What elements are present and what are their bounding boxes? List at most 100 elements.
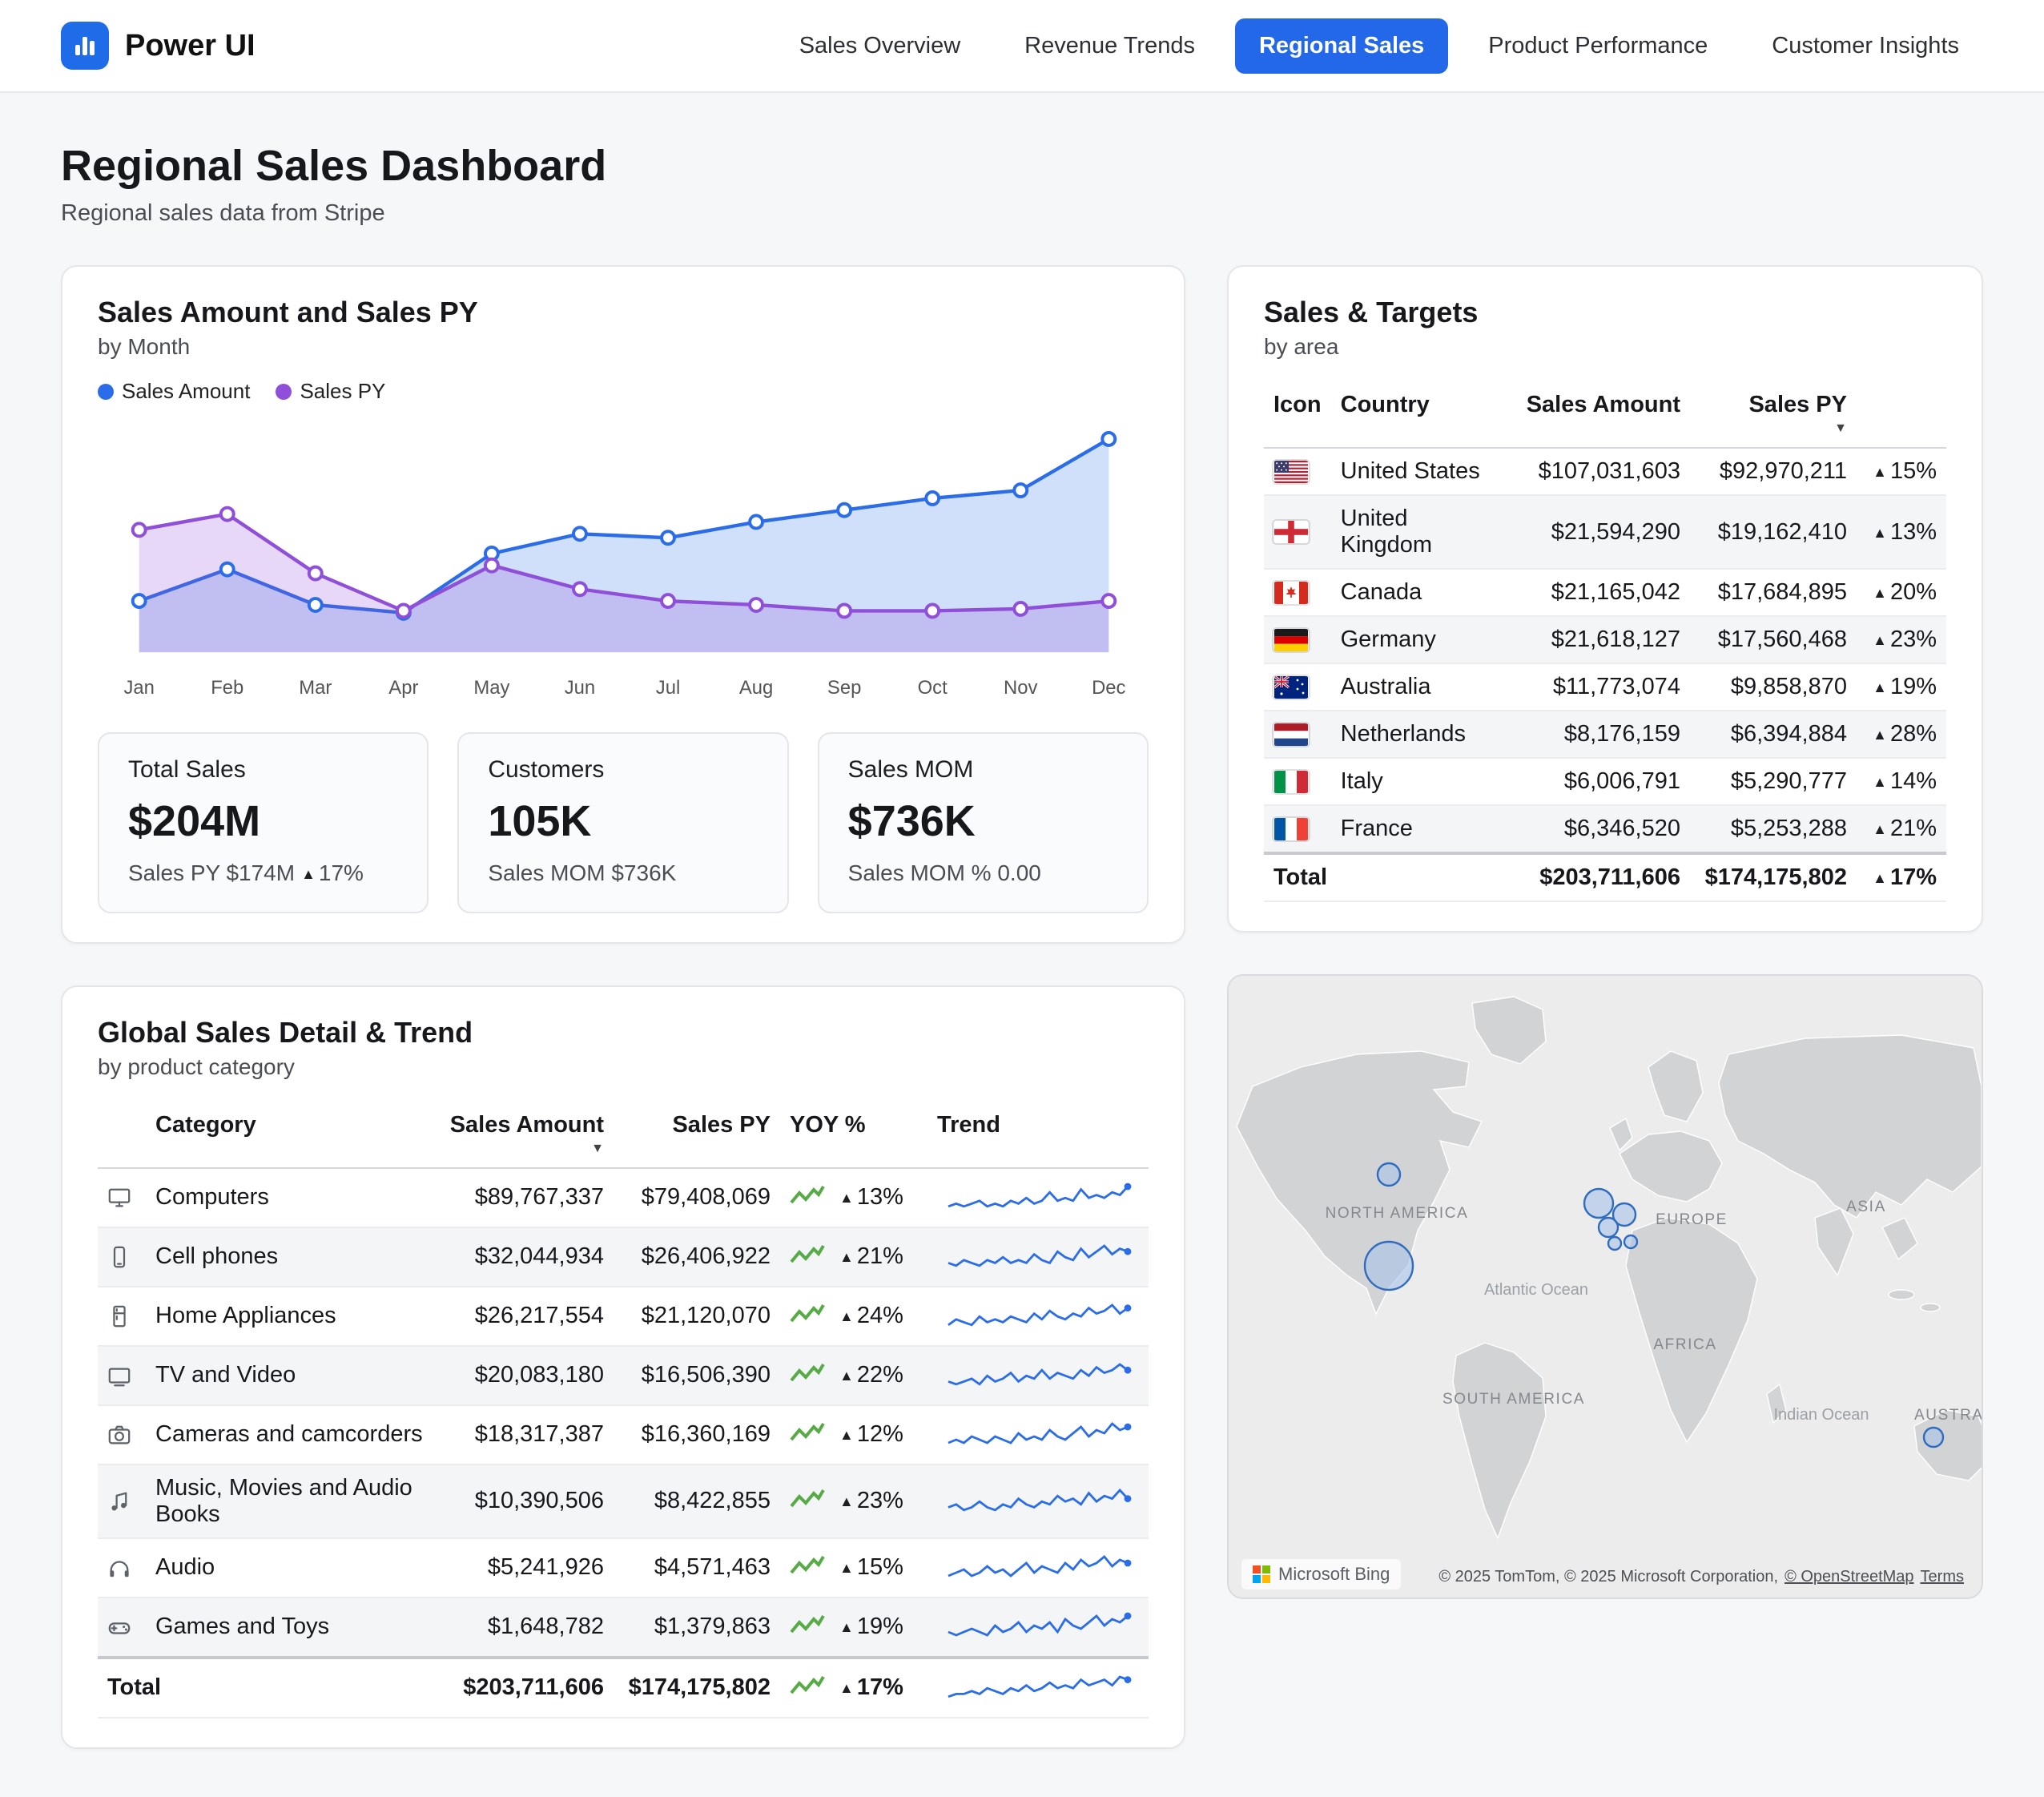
country-sales-py: $92,970,211 — [1690, 448, 1857, 495]
top-nav: Power UI Sales Overview Revenue Trends R… — [0, 0, 2044, 93]
col-trend[interactable]: Trend — [927, 1099, 1149, 1168]
map-card[interactable]: NORTH AMERICAAtlantic OceanEUROPEASIAAFR… — [1227, 974, 1983, 1599]
map-bubble[interactable] — [1599, 1218, 1618, 1237]
category-yoy: ▲23% — [780, 1465, 927, 1538]
map-bubble[interactable] — [1378, 1163, 1400, 1186]
country-change: ▲13% — [1857, 495, 1946, 569]
country-sales-amount: $11,773,074 — [1511, 663, 1690, 711]
sales-line-chart[interactable]: JanFebMarAprMayJunJulAugSepOctNovDec — [98, 413, 1149, 713]
map-bubble[interactable] — [1608, 1237, 1621, 1250]
map-bubble[interactable] — [1584, 1189, 1613, 1218]
category-sales-amount: $89,767,337 — [434, 1168, 614, 1227]
category-sales-py: $26,406,922 — [614, 1227, 780, 1287]
yoy-trend-up-icon — [790, 1555, 825, 1577]
yoy-trend-up-icon — [790, 1244, 825, 1267]
trend-sparkline — [937, 1356, 1139, 1395]
svg-text:Jan: Jan — [123, 677, 154, 699]
category-yoy: ▲24% — [780, 1287, 927, 1346]
svg-text:Dec: Dec — [1092, 677, 1125, 699]
up-triangle-icon: ▲ — [1873, 679, 1887, 695]
world-map: NORTH AMERICAAtlantic OceanEUROPEASIAAFR… — [1229, 976, 1982, 1598]
up-triangle-icon: ▲ — [839, 1493, 854, 1509]
trend-sparkline — [937, 1608, 1139, 1646]
col-sales-amount[interactable]: Sales Amount▼ — [434, 1099, 614, 1168]
monitor-icon — [107, 1186, 131, 1210]
nav-item-revenue-trends[interactable]: Revenue Trends — [1000, 18, 1219, 74]
country-change: ▲15% — [1857, 448, 1946, 495]
phone-icon — [107, 1245, 131, 1269]
col-category[interactable]: Category — [146, 1099, 434, 1168]
kpi-value: $736K — [848, 796, 1118, 846]
country-table: Icon Country Sales Amount Sales PY▼ Unit… — [1264, 379, 1946, 902]
map-label: Atlantic Ocean — [1484, 1281, 1588, 1299]
brand: Power UI — [61, 22, 256, 70]
map-bubble[interactable] — [1365, 1242, 1413, 1290]
targets-card: Sales & Targets by area Icon Country Sal… — [1227, 265, 1983, 933]
category-sales-py: $79,408,069 — [614, 1168, 780, 1227]
country-change: ▲19% — [1857, 663, 1946, 711]
category-sales-py: $8,422,855 — [614, 1465, 780, 1538]
col-yoy[interactable]: YOY % — [780, 1099, 927, 1168]
country-row: United States $107,031,603 $92,970,211 ▲… — [1264, 448, 1946, 495]
svg-text:Apr: Apr — [388, 677, 418, 699]
country-name: United States — [1331, 448, 1511, 495]
up-triangle-icon: ▲ — [839, 1619, 854, 1635]
up-triangle-icon: ▲ — [839, 1680, 854, 1696]
gamepad-icon — [107, 1615, 131, 1639]
bing-logo: Microsoft Bing — [1241, 1559, 1401, 1589]
nav-item-customer-insights[interactable]: Customer Insights — [1748, 18, 1983, 74]
category-sales-amount: $20,083,180 — [434, 1346, 614, 1405]
svg-text:Feb: Feb — [211, 677, 243, 699]
map-bubble[interactable] — [1624, 1235, 1637, 1248]
svg-text:Aug: Aug — [739, 677, 773, 699]
app-logo-icon — [61, 22, 109, 70]
country-sales-py: $9,858,870 — [1690, 663, 1857, 711]
nav-item-sales-overview[interactable]: Sales Overview — [775, 18, 984, 74]
up-triangle-icon: ▲ — [301, 866, 316, 882]
map-bubble[interactable] — [1924, 1428, 1943, 1447]
map-attribution: © 2025 TomTom, © 2025 Microsoft Corporat… — [1434, 1566, 1969, 1588]
svg-text:Sep: Sep — [827, 677, 861, 699]
kpi-row: Total Sales $204M Sales PY $174M▲17% Cus… — [98, 732, 1149, 913]
nav-item-regional-sales[interactable]: Regional Sales — [1235, 18, 1448, 74]
nav-item-product-performance[interactable]: Product Performance — [1464, 18, 1732, 74]
category-yoy: ▲22% — [780, 1346, 927, 1405]
flag-nl-icon — [1273, 723, 1309, 746]
svg-text:Nov: Nov — [1004, 677, 1037, 699]
col-country-sales-amount[interactable]: Sales Amount — [1511, 379, 1690, 448]
category-yoy: ▲21% — [780, 1227, 927, 1287]
up-triangle-icon: ▲ — [839, 1560, 854, 1576]
col-sales-py[interactable]: Sales PY — [614, 1099, 780, 1168]
country-name: Canada — [1331, 569, 1511, 616]
category-yoy: ▲13% — [780, 1168, 927, 1227]
country-total-row: Total $203,711,606 $174,175,802 ▲17% — [1264, 853, 1946, 901]
category-name: Cameras and camcorders — [146, 1405, 434, 1465]
country-sales-amount: $21,618,127 — [1511, 616, 1690, 663]
category-name: TV and Video — [146, 1346, 434, 1405]
col-country-sales-py[interactable]: Sales PY▼ — [1690, 379, 1857, 448]
country-row: Australia $11,773,074 $9,858,870 ▲19% — [1264, 663, 1946, 711]
country-sales-amount: $107,031,603 — [1511, 448, 1690, 495]
openstreetmap-link[interactable]: © OpenStreetMap — [1784, 1568, 1913, 1585]
category-row: TV and Video $20,083,180 $16,506,390 ▲22… — [98, 1346, 1149, 1405]
up-triangle-icon: ▲ — [839, 1368, 854, 1384]
country-sales-py: $17,560,468 — [1690, 616, 1857, 663]
flag-ca-icon — [1273, 582, 1309, 604]
col-country[interactable]: Country — [1331, 379, 1511, 448]
category-row: Cameras and camcorders $18,317,387 $16,3… — [98, 1405, 1149, 1465]
category-sales-amount: $18,317,387 — [434, 1405, 614, 1465]
country-row: Italy $6,006,791 $5,290,777 ▲14% — [1264, 758, 1946, 805]
up-triangle-icon: ▲ — [1873, 774, 1887, 790]
terms-link[interactable]: Terms — [1921, 1568, 1964, 1585]
yoy-trend-up-icon — [790, 1363, 825, 1385]
svg-text:Jul: Jul — [656, 677, 680, 699]
yoy-trend-up-icon — [790, 1422, 825, 1444]
country-sales-py: $17,684,895 — [1690, 569, 1857, 616]
category-table-title: Global Sales Detail & Trend — [98, 1016, 1149, 1050]
map-label: AUSTRALIA — [1914, 1407, 1982, 1424]
appliance-icon — [107, 1304, 131, 1328]
camera-icon — [107, 1423, 131, 1447]
country-sales-py: $19,162,410 — [1690, 495, 1857, 569]
trend-sparkline — [937, 1297, 1139, 1336]
category-row: Games and Toys $1,648,782 $1,379,863 ▲19… — [98, 1598, 1149, 1658]
